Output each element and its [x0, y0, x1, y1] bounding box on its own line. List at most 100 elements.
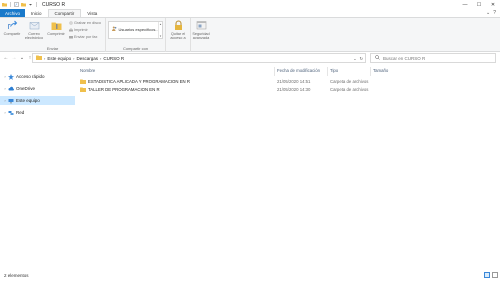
compress-label: Comprimir: [47, 32, 65, 36]
file-date: 21/05/2020 14:30: [277, 86, 311, 92]
address-dropdown-icon[interactable]: ⌄: [353, 56, 356, 61]
email-label: Correo electrónico: [24, 32, 44, 41]
share-with-specific-users[interactable]: Usuarios específicos...: [109, 22, 162, 32]
nav-item-label: Este equipo: [16, 98, 40, 103]
burn-button[interactable]: Grabar en disco: [69, 21, 101, 25]
view-toggle: [484, 272, 498, 278]
share-with-group-label: Compartir con: [122, 46, 149, 51]
fax-button[interactable]: Enviar por fax: [69, 35, 97, 39]
users-icon: [112, 26, 117, 32]
share-button[interactable]: Compartir: [1, 20, 23, 36]
advanced-security-button[interactable]: Seguridad avanzada: [189, 20, 213, 40]
item-count: 2 elementos: [4, 273, 29, 278]
column-divider[interactable]: [274, 67, 275, 76]
nav-item-onedrive[interactable]: › OneDrive: [0, 84, 75, 93]
tab-file[interactable]: Archivo: [0, 9, 26, 17]
ribbon-right-controls: ⌄ ?: [486, 10, 496, 16]
search-icon: [375, 54, 380, 62]
ribbon-tabs: Archivo Inicio Compartir Vista ⌄ ?: [0, 9, 500, 17]
refresh-icon[interactable]: ↻: [360, 56, 363, 61]
table-row[interactable]: TALLER DE PROGRAMACION EN R 21/05/2020 1…: [78, 85, 408, 93]
share-with-item-label: Usuarios específicos...: [118, 26, 159, 32]
folder-icon: [80, 79, 86, 84]
address-row: ← → ⌄ ↑ › Este equipo › Descargas › CURS…: [0, 52, 500, 64]
tab-view[interactable]: Vista: [81, 9, 103, 17]
details-view-icon[interactable]: [484, 272, 490, 278]
minimize-button[interactable]: —: [458, 0, 472, 9]
remove-access-button[interactable]: Quitar el acceso a: [166, 20, 190, 40]
close-button[interactable]: ✕: [486, 0, 500, 9]
new-folder-icon[interactable]: [21, 2, 26, 7]
send-group: Compartir Correo electrónico Comprimir G…: [0, 18, 106, 52]
customize-toolbar-icon[interactable]: [28, 2, 33, 7]
scroll-down-icon[interactable]: ▾: [160, 34, 162, 38]
breadcrumb-curso-r[interactable]: CURSO R: [103, 56, 124, 61]
folder-icon: [2, 2, 7, 7]
breadcrumb-downloads[interactable]: Descargas: [76, 56, 98, 61]
nav-item-quick-access[interactable]: › Acceso rápido: [0, 72, 75, 81]
address-bar[interactable]: › Este equipo › Descargas › CURSO R ⌄ ↻: [32, 53, 366, 63]
ribbon: Compartir Correo electrónico Comprimir G…: [0, 17, 500, 52]
breadcrumb-separator[interactable]: ›: [44, 56, 45, 61]
computer-icon: [8, 98, 14, 104]
large-icons-view-icon[interactable]: [492, 272, 498, 278]
recent-locations-icon[interactable]: ⌄: [18, 53, 26, 63]
share-label: Compartir: [3, 32, 21, 36]
expand-ribbon-button[interactable]: ⌄: [486, 10, 490, 16]
nav-item-network[interactable]: › Red: [0, 108, 75, 117]
remove-access-label: Quitar el acceso a: [170, 32, 186, 41]
tab-home[interactable]: Inicio: [25, 9, 48, 17]
toolbar-divider: [36, 2, 37, 7]
disc-icon: [69, 21, 73, 25]
column-header-size[interactable]: Tamaño: [373, 68, 388, 73]
print-button[interactable]: Imprimir: [69, 28, 88, 32]
breadcrumb-this-pc[interactable]: Este equipo: [47, 56, 71, 61]
navigation-pane: › Acceso rápido › OneDrive › Este equipo…: [0, 64, 75, 269]
column-header-type[interactable]: Tipo: [330, 68, 338, 73]
search-placeholder: Buscar en CURSO R: [383, 55, 426, 61]
file-name: ESTADISTICA APLICADA Y PROGRAMACION EN R: [88, 78, 190, 84]
cloud-icon: [8, 86, 14, 92]
status-bar: 2 elementos: [0, 270, 500, 281]
breadcrumb-separator[interactable]: ›: [100, 56, 101, 61]
breadcrumb-separator[interactable]: ›: [73, 56, 74, 61]
print-label: Imprimir: [74, 28, 88, 32]
window-title: CURSO R: [42, 1, 66, 8]
nav-item-label: OneDrive: [16, 86, 36, 91]
send-group-label: Enviar: [46, 46, 59, 51]
help-button[interactable]: ?: [493, 10, 496, 16]
quick-access-toolbar: [0, 2, 38, 7]
network-icon: [8, 110, 14, 116]
email-icon: [29, 20, 40, 31]
window-controls: — ☐ ✕: [458, 0, 500, 9]
forward-arrow-icon[interactable]: →: [10, 53, 18, 63]
properties-icon[interactable]: [14, 2, 19, 7]
maximize-button[interactable]: ☐: [472, 0, 486, 9]
column-header-name[interactable]: Nombre: [80, 68, 95, 73]
burn-label: Grabar en disco: [74, 21, 102, 25]
title-bar: CURSO R — ☐ ✕: [0, 0, 500, 9]
tab-share[interactable]: Compartir: [47, 9, 82, 17]
search-box[interactable]: Buscar en CURSO R: [370, 53, 496, 63]
toolbar-divider: [10, 2, 11, 7]
share-with-list[interactable]: Usuarios específicos... ▴ ▾: [108, 21, 163, 39]
back-arrow-icon[interactable]: ←: [2, 53, 10, 63]
share-icon: [7, 20, 18, 31]
scroll-up-icon[interactable]: ▴: [160, 22, 162, 26]
advanced-security-label: Seguridad avanzada: [192, 32, 210, 41]
file-list: Nombre Fecha de modificación Tipo Tamaño…: [78, 64, 500, 269]
nav-item-this-pc[interactable]: › Este equipo: [0, 96, 75, 105]
file-type: Carpeta de archivos: [330, 86, 369, 92]
compress-button[interactable]: Comprimir: [45, 20, 67, 36]
column-divider[interactable]: [327, 67, 328, 76]
column-divider[interactable]: [370, 67, 371, 76]
zip-folder-icon: [51, 20, 62, 31]
file-type: Carpeta de archivos: [330, 78, 369, 84]
folder-icon: [80, 87, 86, 92]
share-list-scrollbar[interactable]: ▴ ▾: [158, 22, 162, 38]
column-header-date[interactable]: Fecha de modificación: [277, 68, 320, 73]
file-date: 21/05/2020 14:51: [277, 78, 311, 84]
table-row[interactable]: ESTADISTICA APLICADA Y PROGRAMACION EN R…: [78, 77, 408, 85]
email-button[interactable]: Correo electrónico: [23, 20, 45, 40]
lock-icon: [173, 20, 184, 31]
